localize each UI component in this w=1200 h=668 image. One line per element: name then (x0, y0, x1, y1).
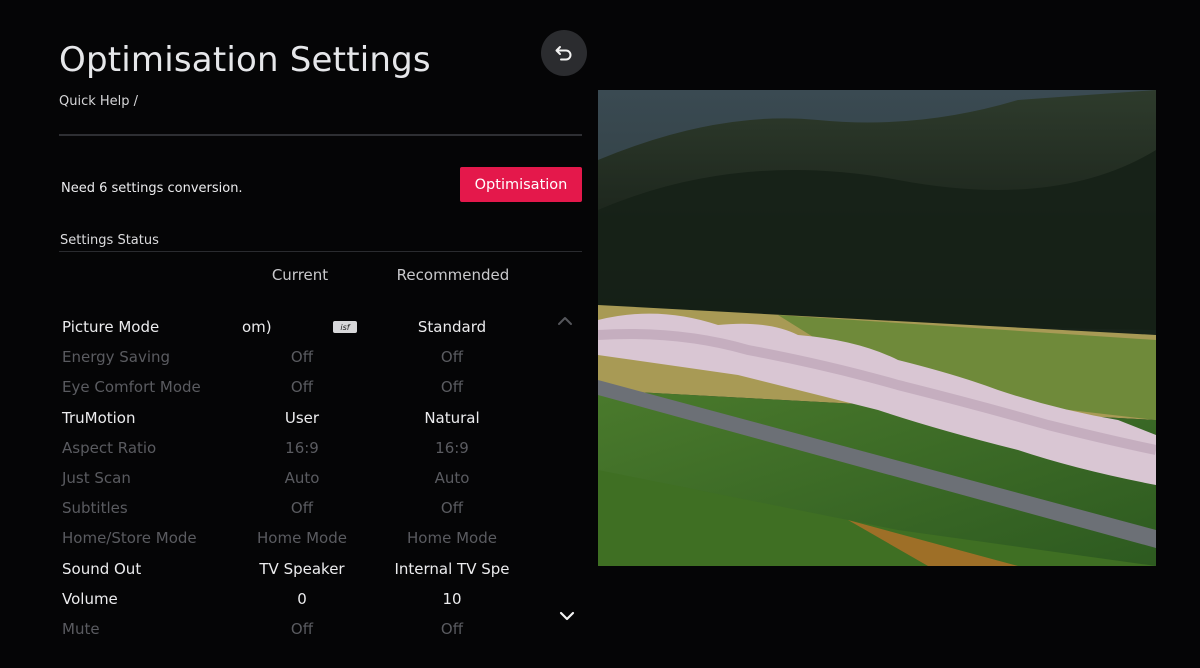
list-item[interactable]: Subtitles Off Off (62, 495, 582, 525)
landscape-preview (598, 90, 1156, 566)
list-item[interactable]: Aspect Ratio 16:9 16:9 (62, 435, 582, 465)
recommended-value: Off (440, 619, 464, 638)
status-divider (59, 251, 582, 252)
optimisation-button[interactable]: Optimisation (460, 167, 582, 202)
setting-label: Picture Mode (62, 318, 160, 336)
recommended-value: Internal TV Spe (394, 559, 510, 578)
recommended-value: Standard (417, 318, 487, 336)
recommended-value: 16:9 (435, 438, 469, 457)
list-item[interactable]: Mute Off Off (62, 616, 582, 646)
setting-label: TruMotion (62, 408, 136, 427)
recommended-value: Off (440, 348, 464, 367)
recommended-value: Home Mode (407, 529, 497, 548)
preview-image (598, 90, 1156, 566)
list-item[interactable]: Energy Saving Off Off (62, 344, 582, 374)
setting-label: Sound Out (62, 559, 142, 578)
column-recommended-header: Recommended (396, 266, 510, 284)
scroll-down-button[interactable] (557, 606, 577, 626)
setting-label: Home/Store Mode (62, 529, 197, 548)
list-item[interactable]: TruMotion User Natural (62, 405, 582, 435)
recommended-value: Off (440, 378, 464, 397)
isf-badge: isf (333, 321, 357, 333)
recommended-value: 10 (442, 589, 462, 608)
page-title: Optimisation Settings (59, 40, 431, 80)
setting-label: Eye Comfort Mode (62, 378, 201, 397)
list-item[interactable]: Eye Comfort Mode Off Off (62, 374, 582, 404)
back-arrow-icon (555, 46, 572, 61)
list-item[interactable]: Picture Mode om) isf Standard (62, 314, 582, 344)
recommended-value: Auto (434, 468, 470, 487)
list-item[interactable]: Volume 0 10 (62, 586, 582, 616)
setting-label: Energy Saving (62, 348, 171, 367)
settings-status-title: Settings Status (60, 233, 159, 248)
conversion-notice: Need 6 settings conversion. (61, 181, 243, 196)
setting-label: Aspect Ratio (62, 438, 157, 457)
setting-label: Volume (62, 589, 118, 608)
setting-label: Subtitles (62, 499, 128, 518)
recommended-value: Natural (424, 408, 480, 427)
setting-label: Mute (62, 619, 100, 638)
recommended-value: Off (440, 499, 464, 518)
header-divider (59, 134, 582, 136)
back-button[interactable] (541, 30, 587, 76)
setting-label: Just Scan (62, 468, 131, 487)
breadcrumb[interactable]: Quick Help / (59, 94, 138, 109)
list-item[interactable]: Sound Out TV Speaker Internal TV Spe (62, 556, 582, 586)
chevron-down-icon (559, 611, 575, 621)
list-item[interactable]: Home/Store Mode Home Mode Home Mode (62, 525, 582, 555)
list-item[interactable]: Just Scan Auto Auto (62, 465, 582, 495)
settings-status-list: Picture Mode om) isf Standard Energy Sav… (62, 314, 582, 646)
